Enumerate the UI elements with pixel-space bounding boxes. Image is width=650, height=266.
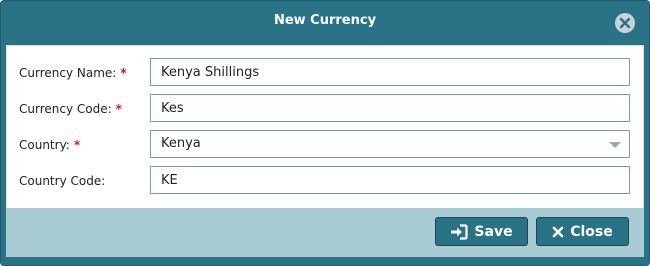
required-marker: *: [73, 138, 81, 152]
save-button[interactable]: Save: [435, 217, 528, 246]
country-code-field[interactable]: [150, 166, 630, 194]
currency-name-field[interactable]: [150, 58, 630, 86]
chevron-down-icon: [609, 142, 621, 148]
sign-in-icon: [450, 223, 469, 240]
country-row: Country: * Kenya: [7, 130, 643, 160]
country-select[interactable]: Kenya: [150, 130, 630, 158]
country-code-row: Country Code:: [7, 166, 643, 196]
dialog-footer: Save Close: [6, 208, 644, 257]
required-marker: *: [120, 66, 127, 80]
required-marker: *: [115, 102, 122, 116]
dialog-title: New Currency: [273, 13, 377, 28]
save-button-label: Save: [474, 223, 513, 240]
dialog-body: Currency Name:* Currency Code:* Country:…: [6, 45, 644, 209]
country-code-label: Country Code:: [19, 174, 106, 188]
currency-name-row: Currency Name: *: [7, 58, 643, 88]
currency-code-field[interactable]: [150, 94, 630, 122]
close-button-label: Close: [570, 223, 613, 240]
x-icon: [552, 226, 564, 238]
currency-code-row: Currency Code: *: [7, 94, 643, 124]
currency-name-label: Currency Name: *: [19, 66, 127, 80]
close-button[interactable]: Close: [536, 217, 629, 246]
dialog-titlebar: New Currency: [1, 1, 649, 43]
country-selected-value: Kenya: [161, 136, 201, 151]
close-circle-icon[interactable]: [615, 13, 635, 33]
currency-code-label: Currency Code: *: [19, 102, 122, 116]
new-currency-dialog: New Currency Currency Name:* Currency Co…: [0, 0, 650, 266]
country-label: Country: *: [19, 138, 81, 152]
